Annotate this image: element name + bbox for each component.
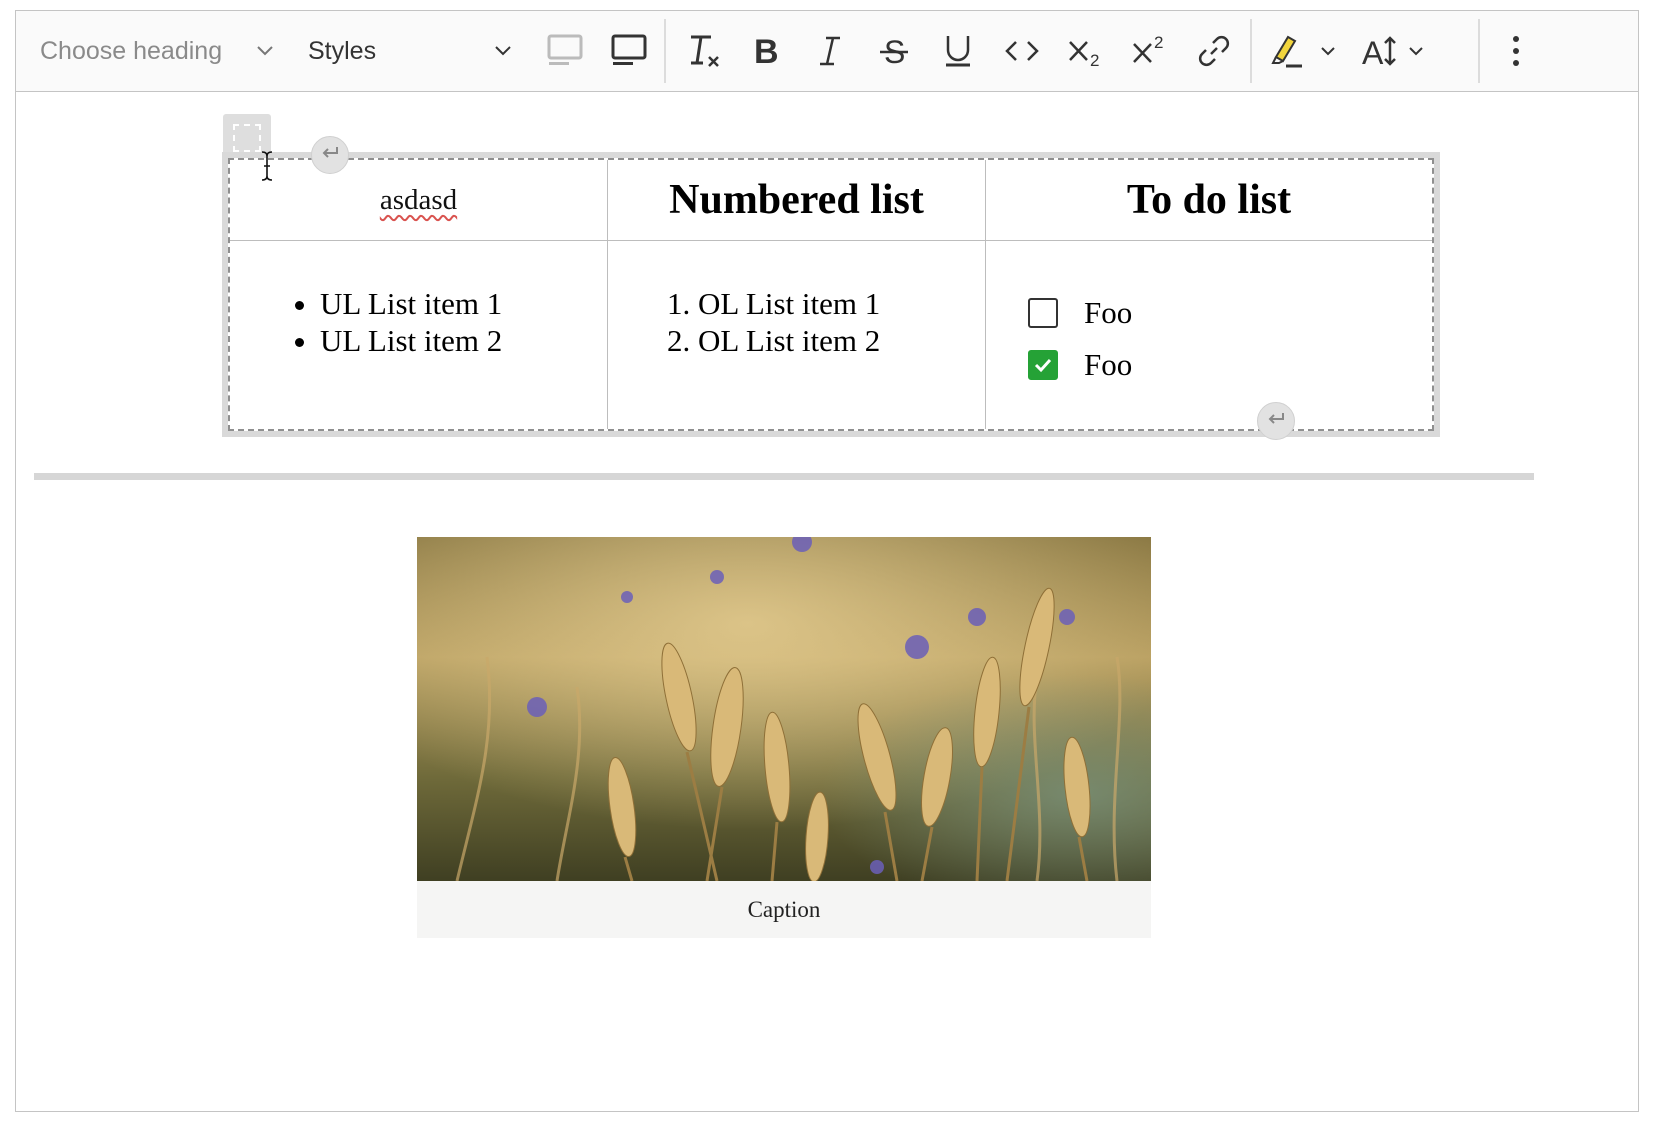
bulleted-list: UL List item 1 UL List item 2 bbox=[230, 285, 607, 359]
rich-text-editor: Choose heading Styles B S 2 2 A asdasd N… bbox=[15, 10, 1639, 1112]
table-widget[interactable]: asdasd Numbered list To do list UL List … bbox=[222, 152, 1440, 437]
align-left-icon bbox=[547, 34, 583, 68]
image-caption[interactable]: Caption bbox=[417, 881, 1151, 938]
list-item: OL List item 2 bbox=[698, 322, 985, 359]
table-cell[interactable]: UL List item 1 UL List item 2 bbox=[230, 240, 608, 429]
editor-toolbar: Choose heading Styles B S 2 2 A bbox=[16, 11, 1638, 92]
underline-icon bbox=[944, 34, 972, 68]
toolbar-separator bbox=[1250, 19, 1252, 83]
toolbar-separator bbox=[664, 19, 666, 83]
todo-label: Foo bbox=[1084, 347, 1133, 382]
link-button[interactable] bbox=[1192, 11, 1236, 91]
image-figure[interactable]: Caption bbox=[417, 537, 1151, 938]
chevron-down-icon bbox=[1408, 46, 1424, 56]
align-center-button[interactable] bbox=[607, 11, 651, 91]
insert-paragraph-after-button[interactable] bbox=[1257, 402, 1295, 440]
link-icon bbox=[1198, 35, 1230, 67]
numbered-list: OL List item 1 OL List item 2 bbox=[608, 285, 985, 359]
svg-text:2: 2 bbox=[1154, 34, 1163, 52]
superscript-button[interactable]: 2 bbox=[1128, 11, 1172, 91]
checkmark-icon bbox=[1034, 358, 1052, 373]
superscript-icon: 2 bbox=[1131, 34, 1169, 68]
todo-item: Foo bbox=[1028, 287, 1432, 339]
table-cell[interactable]: asdasd bbox=[230, 160, 608, 241]
styles-dropdown-label: Styles bbox=[308, 36, 377, 65]
return-arrow-icon bbox=[1266, 412, 1286, 431]
editor-content[interactable]: asdasd Numbered list To do list UL List … bbox=[16, 92, 1638, 1111]
strikethrough-icon: S bbox=[879, 35, 909, 67]
list-item: OL List item 1 bbox=[698, 285, 985, 322]
subscript-button[interactable]: 2 bbox=[1064, 11, 1108, 91]
align-left-button[interactable] bbox=[543, 11, 587, 91]
align-center-icon bbox=[611, 34, 647, 68]
return-arrow-icon bbox=[320, 146, 340, 165]
toolbar-separator bbox=[1478, 19, 1480, 83]
wheat-field-image bbox=[417, 537, 1151, 881]
styles-dropdown[interactable]: Styles bbox=[296, 11, 512, 91]
table-frame: asdasd Numbered list To do list UL List … bbox=[228, 158, 1434, 431]
select-widget-icon bbox=[233, 124, 261, 152]
table-cell[interactable]: To do list bbox=[985, 160, 1432, 241]
insert-paragraph-before-button[interactable] bbox=[311, 136, 349, 174]
todo-checkbox[interactable] bbox=[1028, 298, 1058, 328]
table-cell[interactable]: Foo Foo bbox=[985, 240, 1432, 429]
subscript-icon: 2 bbox=[1067, 34, 1105, 68]
underline-button[interactable] bbox=[936, 11, 980, 91]
chevron-down-icon bbox=[494, 45, 512, 57]
svg-text:A: A bbox=[1362, 35, 1384, 68]
font-size-icon: A bbox=[1360, 34, 1400, 68]
bold-button[interactable]: B bbox=[744, 11, 788, 91]
remove-format-button[interactable] bbox=[680, 11, 728, 91]
more-button[interactable] bbox=[1494, 11, 1538, 91]
todo-list: Foo Foo bbox=[1028, 287, 1432, 391]
table-cell[interactable]: Numbered list bbox=[607, 160, 986, 241]
todo-checkbox[interactable] bbox=[1028, 350, 1058, 380]
table-header-text: asdasd bbox=[379, 183, 458, 216]
italic-icon bbox=[818, 35, 842, 67]
content-table: asdasd Numbered list To do list UL List … bbox=[230, 160, 1432, 429]
horizontal-rule[interactable] bbox=[34, 473, 1534, 480]
todo-item: Foo bbox=[1028, 339, 1432, 391]
list-item: UL List item 1 bbox=[320, 285, 607, 322]
font-size-button[interactable]: A bbox=[1360, 11, 1440, 91]
highlight-icon bbox=[1266, 33, 1306, 69]
heading-dropdown[interactable]: Choose heading bbox=[26, 11, 276, 91]
strikethrough-button[interactable]: S bbox=[872, 11, 916, 91]
list-item: UL List item 2 bbox=[320, 322, 607, 359]
remove-format-icon bbox=[687, 33, 721, 69]
italic-button[interactable] bbox=[808, 11, 852, 91]
code-button[interactable] bbox=[1000, 11, 1044, 91]
todo-label: Foo bbox=[1084, 295, 1133, 330]
more-vertical-icon bbox=[1512, 36, 1520, 66]
svg-text:2: 2 bbox=[1090, 51, 1099, 68]
text-cursor-icon bbox=[259, 150, 275, 187]
chevron-down-icon bbox=[256, 45, 274, 57]
chevron-down-icon bbox=[1320, 46, 1336, 56]
table-header-text: To do list bbox=[1126, 177, 1292, 223]
code-icon bbox=[1005, 40, 1039, 62]
table-cell[interactable]: OL List item 1 OL List item 2 bbox=[607, 240, 986, 429]
svg-text:B: B bbox=[754, 35, 779, 67]
table-header-text: Numbered list bbox=[669, 177, 924, 223]
heading-dropdown-label: Choose heading bbox=[40, 36, 223, 65]
highlight-button[interactable] bbox=[1266, 11, 1340, 91]
bold-icon: B bbox=[752, 35, 780, 67]
